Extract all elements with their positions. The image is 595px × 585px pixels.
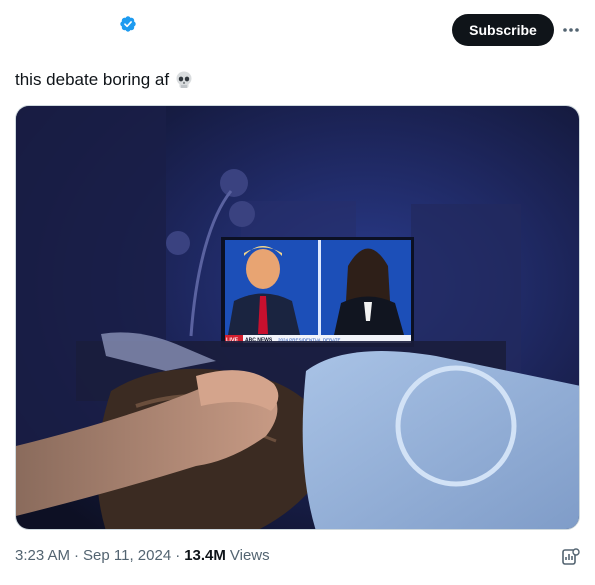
views-count: 13.4M: [184, 547, 226, 564]
views-label: Views: [229, 547, 270, 564]
tweet-date[interactable]: Sep 11, 2024: [83, 547, 171, 564]
more-dots-icon[interactable]: [561, 20, 581, 40]
meta-separator: ·: [74, 547, 80, 564]
tweet-photo[interactable]: LIVE ABC NEWS 2024 PRESIDENTIAL DEBATE: [15, 105, 580, 530]
analytics-icon[interactable]: [561, 547, 581, 567]
meta-separator: ·: [175, 547, 181, 564]
tweet-text: this debate boring af: [15, 70, 170, 89]
tweet-header: Subscribe: [0, 0, 595, 60]
subscribe-button[interactable]: Subscribe: [452, 14, 554, 46]
verified-badge-icon[interactable]: [119, 15, 137, 33]
tweet-time[interactable]: 3:23 AM: [15, 547, 70, 564]
photo-scene: LIVE ABC NEWS 2024 PRESIDENTIAL DEBATE: [16, 106, 579, 529]
skull-emoji-icon: [176, 71, 192, 88]
tweet-body: this debate boring af: [15, 68, 194, 92]
tweet-meta: 3:23 AM · Sep 11, 2024 · 13.4M Views: [15, 547, 270, 564]
